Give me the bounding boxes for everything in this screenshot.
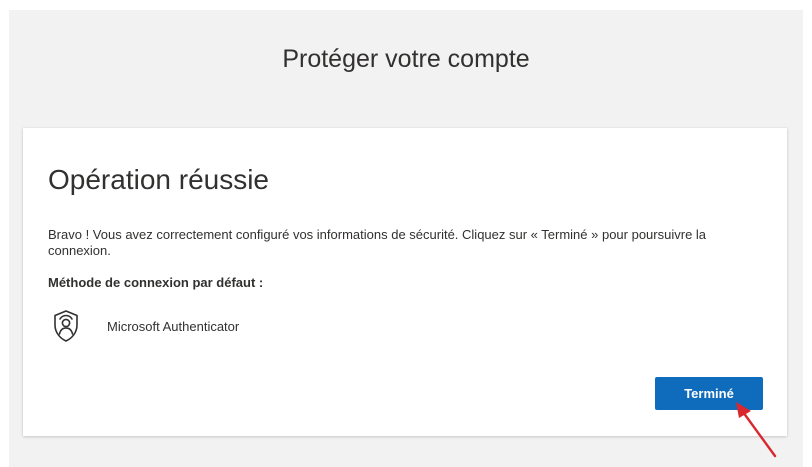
default-method-label: Méthode de connexion par défaut : [48,275,264,290]
success-message: Bravo ! Vous avez correctement configuré… [48,227,707,258]
page-title: Protéger votre compte [282,45,530,73]
card-title: Opération réussie [48,164,270,195]
page: Protéger votre compte Opération réussie … [0,0,812,467]
default-method-row: Microsoft Authenticator [51,308,239,344]
default-method-name: Microsoft Authenticator [107,318,240,334]
success-card: Opération réussie Bravo ! Vous avez corr… [23,128,787,436]
red-arrow-icon [736,402,777,458]
authenticator-icon [51,309,81,343]
